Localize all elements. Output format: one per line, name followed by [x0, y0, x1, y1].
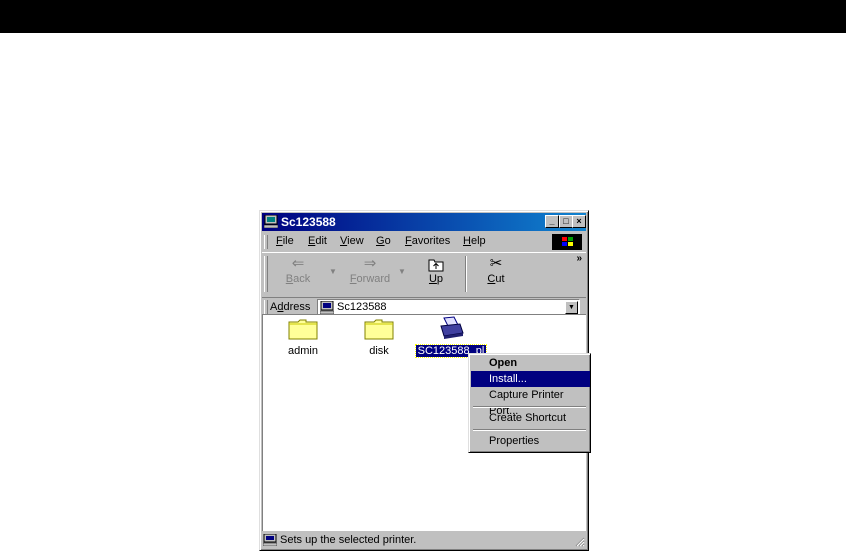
minimize-button[interactable]: _ [545, 215, 559, 228]
context-separator [473, 429, 586, 431]
folder-icon [288, 319, 318, 340]
context-capture-printer-port[interactable]: Capture Printer Port... [471, 387, 590, 417]
up-folder-icon [414, 253, 458, 273]
scissors-icon: ✂ [489, 255, 503, 272]
back-button[interactable]: ⇐ Back [274, 253, 322, 295]
computer-icon [263, 534, 277, 546]
computer-icon [264, 215, 278, 228]
forward-dropdown-icon[interactable]: ▼ [398, 267, 406, 276]
arrow-left-icon: ⇐ [291, 255, 305, 272]
resize-grip-icon[interactable] [574, 536, 585, 547]
menu-help[interactable]: Help [463, 235, 486, 247]
menu-file[interactable]: File [276, 235, 294, 247]
close-button[interactable]: × [572, 215, 586, 228]
context-install[interactable]: Install... [471, 371, 590, 387]
maximize-button[interactable]: □ [559, 215, 573, 228]
address-dropdown-button[interactable]: ▼ [565, 301, 578, 314]
file-label: admin [288, 345, 318, 357]
toolbar-separator [465, 256, 467, 292]
context-menu: Open Install... Capture Printer Port... … [468, 353, 591, 453]
forward-button[interactable]: ⇒ Forward [342, 253, 398, 295]
menubar-grip [264, 235, 268, 249]
arrow-right-icon: ⇒ [363, 255, 377, 272]
context-open[interactable]: Open [471, 355, 590, 371]
status-bar: Sets up the selected printer. [262, 532, 586, 548]
printer-icon [440, 316, 464, 339]
menu-go[interactable]: Go [376, 235, 391, 247]
file-item-disk[interactable]: disk [339, 318, 419, 357]
address-value: Sc123588 [337, 301, 387, 313]
up-button[interactable]: Up [414, 253, 458, 295]
context-separator [473, 406, 586, 408]
file-label: disk [369, 345, 389, 357]
file-item-printer[interactable]: SC123588_pl [411, 316, 491, 358]
computer-icon [320, 301, 334, 314]
cut-button[interactable]: ✂ Cut [474, 253, 518, 295]
context-properties[interactable]: Properties [471, 433, 590, 449]
status-text: Sets up the selected printer. [280, 534, 417, 546]
title-bar[interactable]: Sc123588 _ □ × [262, 213, 586, 231]
menu-favorites[interactable]: Favorites [405, 235, 450, 247]
top-black-band [0, 0, 846, 33]
toolbar-chevron-icon[interactable]: » [576, 253, 582, 264]
menu-edit[interactable]: Edit [308, 235, 327, 247]
toolbar-grip [264, 256, 268, 292]
context-create-shortcut[interactable]: Create Shortcut [471, 410, 590, 426]
file-item-admin[interactable]: admin [263, 318, 343, 357]
back-dropdown-icon[interactable]: ▼ [329, 267, 337, 276]
menu-bar: File Edit View Go Favorites Help [262, 233, 586, 251]
address-label: Address [270, 301, 311, 313]
toolbar: ⇐ Back ▼ ⇒ Forward ▼ Up ✂ Cut » [262, 252, 586, 298]
menu-view[interactable]: View [340, 235, 364, 247]
folder-icon [364, 319, 394, 340]
window-title: Sc123588 [281, 215, 336, 229]
windows-logo-icon [552, 234, 582, 250]
